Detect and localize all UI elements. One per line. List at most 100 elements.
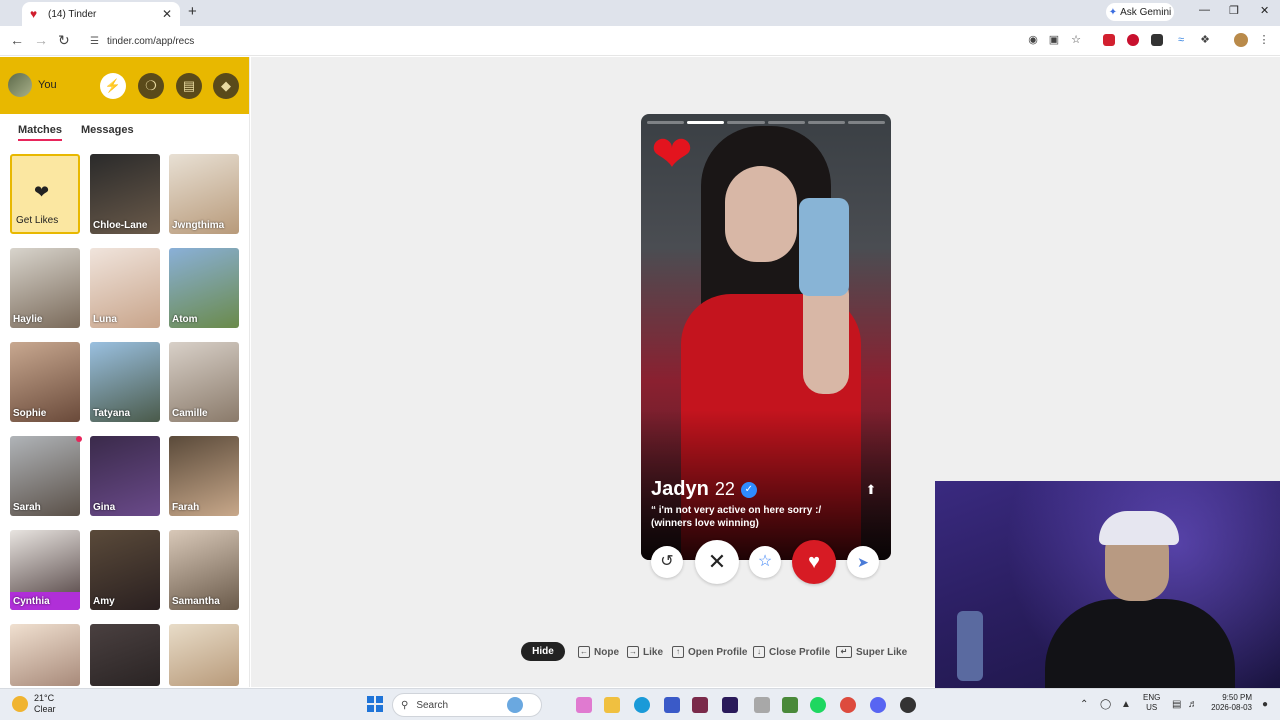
extension-circle-icon[interactable]	[1127, 34, 1139, 46]
photo-indicator[interactable]	[767, 121, 805, 124]
site-info-icon[interactable]: ☰	[90, 36, 99, 47]
match-tile[interactable]	[90, 624, 160, 686]
close-window-icon[interactable]: ✕	[1260, 4, 1269, 17]
ask-gemini-button[interactable]: ✦ Ask Gemini	[1106, 3, 1174, 21]
app-icon[interactable]	[664, 697, 680, 713]
match-tile[interactable]: Chloe-Lane	[90, 154, 160, 234]
maximize-icon[interactable]: ❐	[1229, 4, 1239, 17]
new-tab-button[interactable]: +	[188, 4, 197, 20]
match-tile[interactable]: Atom	[169, 248, 239, 328]
extension-wave-icon[interactable]: ≈	[1175, 34, 1187, 46]
match-tile[interactable]: Samantha	[169, 530, 239, 610]
match-tile[interactable]: Sarah	[10, 436, 80, 516]
super-like-button[interactable]: ☆	[749, 546, 781, 578]
close-tab-icon[interactable]: ✕	[162, 7, 172, 21]
photo-indicator[interactable]	[727, 121, 765, 124]
match-tile[interactable]: Cynthia	[10, 530, 80, 610]
system-clock[interactable]: 9:50 PM 2026-08-03	[1208, 693, 1252, 713]
browser-menu-icon[interactable]: ⋮	[1258, 34, 1270, 46]
weather-moon-icon[interactable]	[12, 696, 28, 712]
app-icon[interactable]	[754, 697, 770, 713]
back-arrow-icon[interactable]: ←	[10, 32, 24, 48]
photo-indicator[interactable]	[647, 121, 685, 124]
minimize-icon[interactable]: —	[1199, 4, 1210, 16]
windows-start-icon[interactable]	[367, 696, 383, 712]
get-likes-tile[interactable]: ❤ Get Likes	[10, 154, 80, 234]
weather-widget[interactable]: 21°C Clear	[34, 693, 56, 715]
boost-button[interactable]: ➤	[847, 546, 879, 578]
discord-icon[interactable]	[870, 697, 886, 713]
user-avatar[interactable]	[8, 73, 32, 97]
extension-red-icon[interactable]	[1103, 34, 1115, 46]
reload-icon[interactable]: ↻	[58, 32, 70, 48]
like-button[interactable]: ♥	[792, 540, 836, 584]
match-name: Samantha	[172, 596, 220, 607]
nzxt-icon[interactable]	[692, 697, 708, 713]
shortcut-label: Nope	[594, 646, 619, 658]
profile-card[interactable]: ❤ Jadyn 22 ✓ ⬆ “ i'm not very active on …	[641, 114, 891, 560]
edge-icon[interactable]	[634, 697, 650, 713]
shortcut-open-profile: ↑ Open Profile	[672, 642, 747, 662]
location-icon[interactable]: ◉	[1027, 34, 1039, 46]
shortcut-nope: ← Nope	[578, 642, 619, 662]
tray-chevron-icon[interactable]: ⌃	[1080, 699, 1088, 710]
right-key-icon: →	[627, 646, 639, 658]
photo-indicator[interactable]	[807, 121, 845, 124]
extension-dark-icon[interactable]	[1151, 34, 1163, 46]
install-app-icon[interactable]: ▣	[1048, 34, 1060, 46]
rewind-button[interactable]: ↺	[651, 546, 683, 578]
match-name: Jwngthima	[172, 220, 225, 231]
match-tile[interactable]: Tatyana	[90, 342, 160, 422]
match-name: Chloe-Lane	[93, 220, 148, 231]
photo-indicator[interactable]	[687, 121, 725, 124]
app-icon[interactable]	[900, 697, 916, 713]
browser-profile-avatar[interactable]	[1234, 33, 1248, 47]
photo-indicator[interactable]	[847, 121, 886, 124]
profile-bio: “ i'm not very active on here sorry :/ (…	[651, 504, 851, 530]
shortcut-label: Open Profile	[688, 646, 748, 658]
tray-icon[interactable]: ▲	[1121, 699, 1131, 710]
forward-arrow-icon[interactable]: →	[34, 32, 48, 48]
browser-tabbar: ♥ (14) Tinder ✕ + ✦ Ask Gemini — ❐ ✕	[0, 0, 1280, 26]
match-tile[interactable]: Gina	[90, 436, 160, 516]
briefcase-icon[interactable]: ▤	[176, 73, 202, 99]
copilot-icon[interactable]	[507, 697, 523, 713]
language-indicator[interactable]: ENG US	[1143, 693, 1160, 713]
match-tile[interactable]: Amy	[90, 530, 160, 610]
heart-icon: ♥	[808, 551, 820, 573]
user-name[interactable]: You	[38, 79, 57, 91]
extensions-puzzle-icon[interactable]: ❖	[1199, 34, 1211, 46]
tray-icon[interactable]: ◯	[1100, 699, 1111, 710]
match-tile[interactable]: Camille	[169, 342, 239, 422]
match-tile[interactable]: Sophie	[10, 342, 80, 422]
volume-icon[interactable]: ♬	[1188, 699, 1198, 710]
ask-gemini-label: Ask Gemini	[1120, 6, 1172, 18]
match-tile[interactable]	[169, 624, 239, 686]
tab-matches[interactable]: Matches	[18, 124, 63, 141]
photo-progress	[647, 121, 886, 124]
browser-tab-tinder[interactable]: ♥ (14) Tinder ✕	[22, 2, 180, 26]
bookmark-star-icon[interactable]: ☆	[1070, 34, 1082, 46]
safety-shield-icon[interactable]: ◆	[213, 73, 239, 99]
explore-compass-icon[interactable]: ❍	[138, 73, 164, 99]
premiere-icon[interactable]	[722, 697, 738, 713]
copilot-app-icon[interactable]	[576, 697, 592, 713]
match-tile[interactable]: Luna	[90, 248, 160, 328]
chrome-icon[interactable]	[840, 697, 856, 713]
notification-icon[interactable]: ●	[1262, 699, 1268, 710]
match-tile[interactable]: Haylie	[10, 248, 80, 328]
wifi-icon[interactable]: ▤	[1172, 699, 1181, 710]
tab-messages[interactable]: Messages	[81, 124, 134, 136]
notes-icon[interactable]	[782, 697, 798, 713]
match-tile[interactable]: Jwngthima	[169, 154, 239, 234]
match-tile[interactable]	[10, 624, 80, 686]
spotify-icon[interactable]	[810, 697, 826, 713]
url-bar[interactable]: ☰ tinder.com/app/recs	[84, 30, 1094, 52]
match-tile[interactable]: Farah	[169, 436, 239, 516]
nope-button[interactable]: ✕	[695, 540, 739, 584]
open-profile-arrow-icon[interactable]: ⬆	[863, 482, 879, 498]
tab-title: (14) Tinder	[48, 8, 97, 20]
hide-shortcuts-button[interactable]: Hide	[521, 642, 565, 661]
lightning-icon[interactable]: ⚡	[100, 73, 126, 99]
file-explorer-icon[interactable]	[604, 697, 620, 713]
